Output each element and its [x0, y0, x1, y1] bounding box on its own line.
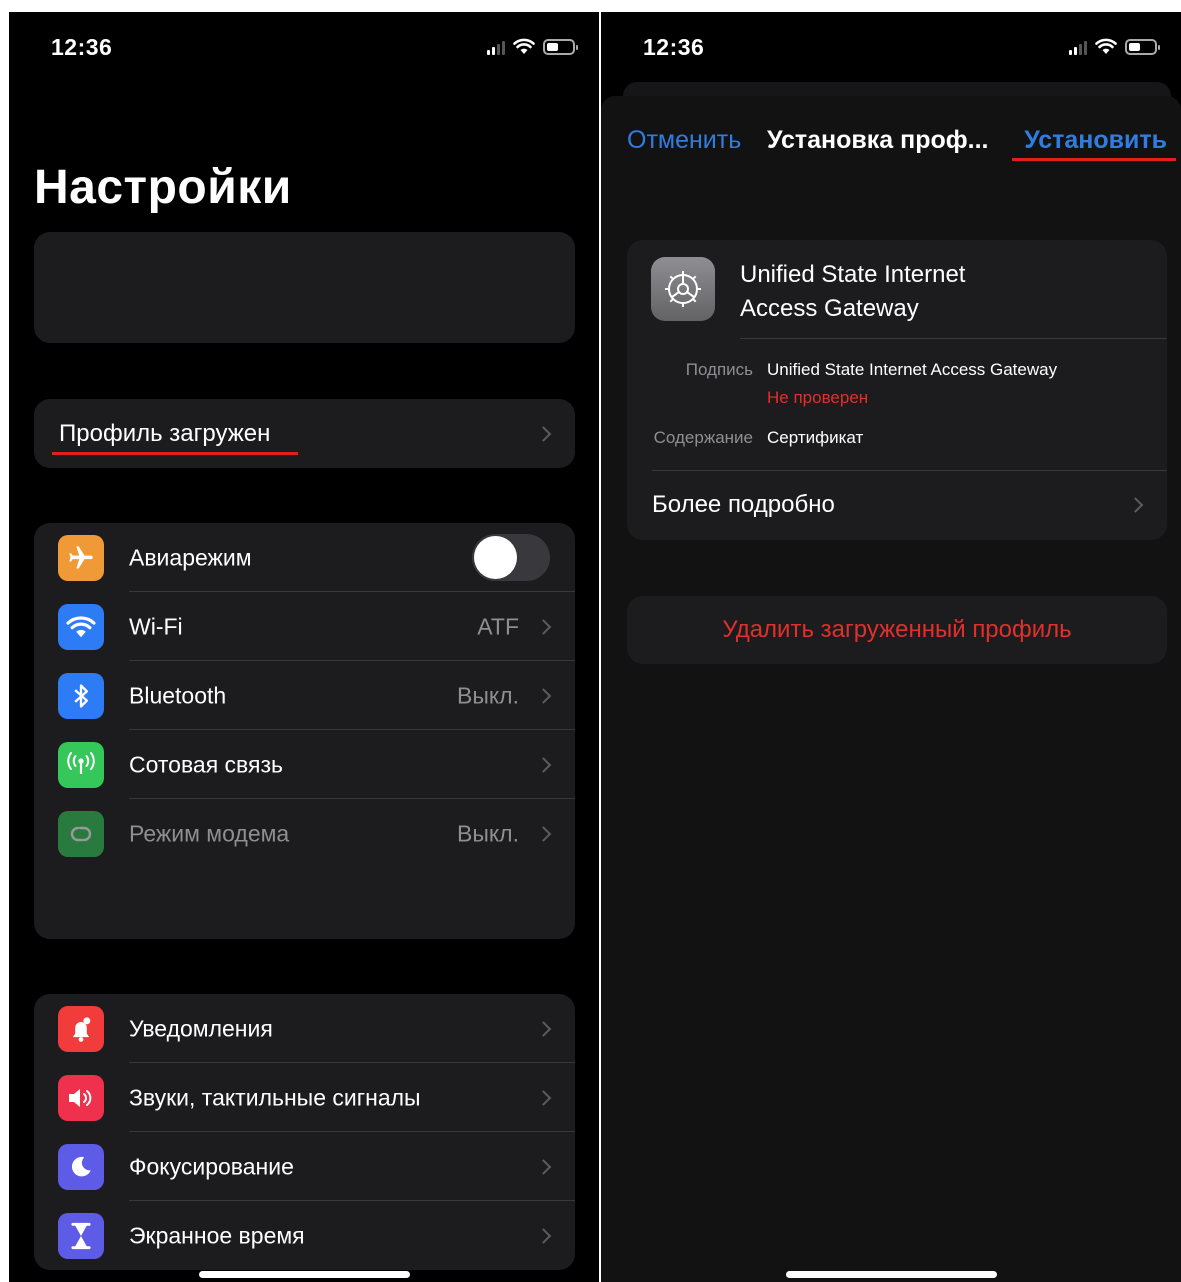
focus-label: Фокусирование	[129, 1153, 294, 1179]
network-settings-group: Авиарежим Wi-Fi ATF Bluetooth Выкл. Сото…	[34, 523, 575, 939]
more-details-label: Более подробно	[652, 491, 835, 518]
airplane-mode-label: Авиарежим	[129, 544, 252, 570]
profile-downloaded-label: Профиль загружен	[59, 419, 271, 447]
chevron-right-icon	[535, 1089, 552, 1106]
hourglass-icon	[58, 1213, 104, 1259]
moon-icon	[58, 1144, 104, 1190]
bluetooth-status: Выкл.	[456, 682, 519, 708]
cellular-signal-icon	[1069, 39, 1087, 55]
general-settings-group: Уведомления Звуки, тактильные сигналы Фо…	[34, 994, 575, 1270]
signed-by-value: Unified State Internet Access Gateway	[767, 360, 1058, 379]
page-title: Настройки	[34, 161, 292, 214]
notifications-label: Уведомления	[129, 1015, 273, 1041]
wifi-row[interactable]: Wi-Fi ATF	[34, 592, 575, 661]
screen-time-row[interactable]: Экранное время	[34, 1201, 575, 1270]
hotspot-label: Режим модема	[129, 820, 290, 846]
remove-profile-label: Удалить загруженный профиль	[722, 616, 1072, 643]
verification-status: Не проверен	[767, 388, 869, 407]
wifi-network-name: ATF	[477, 613, 519, 639]
cellular-signal-icon	[487, 39, 505, 55]
chevron-right-icon	[535, 825, 552, 842]
battery-icon	[1125, 38, 1160, 55]
install-button[interactable]: Установить	[1024, 126, 1167, 155]
home-indicator[interactable]	[199, 1271, 410, 1278]
status-icons	[487, 38, 578, 55]
status-icons	[1069, 38, 1160, 55]
chevron-right-icon	[535, 1227, 552, 1244]
wifi-icon	[1095, 38, 1117, 54]
airplane-icon	[58, 535, 104, 581]
sheet-title: Установка проф...	[767, 126, 989, 154]
sounds-label: Звуки, тактильные сигналы	[129, 1084, 421, 1110]
speaker-icon	[58, 1075, 104, 1121]
notifications-icon	[58, 1006, 104, 1052]
wifi-icon	[513, 38, 535, 54]
status-time: 12:36	[643, 34, 705, 60]
cellular-label: Сотовая связь	[129, 751, 284, 777]
airplane-mode-toggle[interactable]	[472, 534, 550, 581]
contains-label: Содержание	[653, 428, 753, 447]
chevron-right-icon	[535, 425, 552, 442]
chevron-right-icon	[535, 1158, 552, 1175]
annotation-underline	[1012, 158, 1176, 161]
contains-value: Сертификат	[767, 428, 864, 447]
bluetooth-label: Bluetooth	[129, 682, 227, 708]
battery-icon	[543, 38, 578, 55]
chevron-right-icon	[535, 687, 552, 704]
apple-id-card[interactable]	[34, 232, 575, 343]
profile-downloaded-row[interactable]: Профиль загружен	[34, 399, 575, 468]
install-profile-screen: 12:36 Отменить Установка проф... Установ…	[601, 12, 1181, 1282]
chevron-right-icon	[1127, 497, 1144, 513]
settings-screen: 12:36 Настройки Профиль загружен Авиареж…	[9, 12, 599, 1282]
gear-icon	[651, 257, 715, 321]
bluetooth-row[interactable]: Bluetooth Выкл.	[34, 661, 575, 730]
airplane-mode-row[interactable]: Авиарежим	[34, 523, 575, 592]
notifications-row[interactable]: Уведомления	[34, 994, 575, 1063]
status-time: 12:36	[51, 34, 113, 60]
annotation-underline	[52, 452, 298, 455]
chevron-right-icon	[535, 618, 552, 635]
remove-profile-button[interactable]: Удалить загруженный профиль	[627, 596, 1167, 664]
hotspot-icon	[58, 811, 104, 857]
hotspot-row[interactable]: Режим модема Выкл.	[34, 799, 575, 868]
chevron-right-icon	[535, 1020, 552, 1037]
hotspot-status: Выкл.	[456, 820, 519, 846]
cellular-antenna-icon	[58, 742, 104, 788]
profile-info-card: Unified State Internet Access Gateway По…	[627, 240, 1167, 540]
more-details-row[interactable]: Более подробно	[627, 470, 1167, 540]
screen-time-label: Экранное время	[129, 1222, 305, 1248]
cellular-row[interactable]: Сотовая связь	[34, 730, 575, 799]
chevron-right-icon	[535, 756, 552, 773]
status-bar: 12:36	[601, 12, 1181, 82]
sounds-row[interactable]: Звуки, тактильные сигналы	[34, 1063, 575, 1132]
home-indicator[interactable]	[786, 1271, 997, 1278]
bluetooth-icon	[58, 673, 104, 719]
wifi-label: Wi-Fi	[129, 613, 183, 639]
wifi-icon	[58, 604, 104, 650]
focus-row[interactable]: Фокусирование	[34, 1132, 575, 1201]
status-bar: 12:36	[9, 12, 599, 82]
signed-by-label: Подпись	[685, 360, 753, 379]
cancel-button[interactable]: Отменить	[627, 126, 741, 155]
profile-name: Unified State Internet Access Gateway	[740, 261, 966, 322]
